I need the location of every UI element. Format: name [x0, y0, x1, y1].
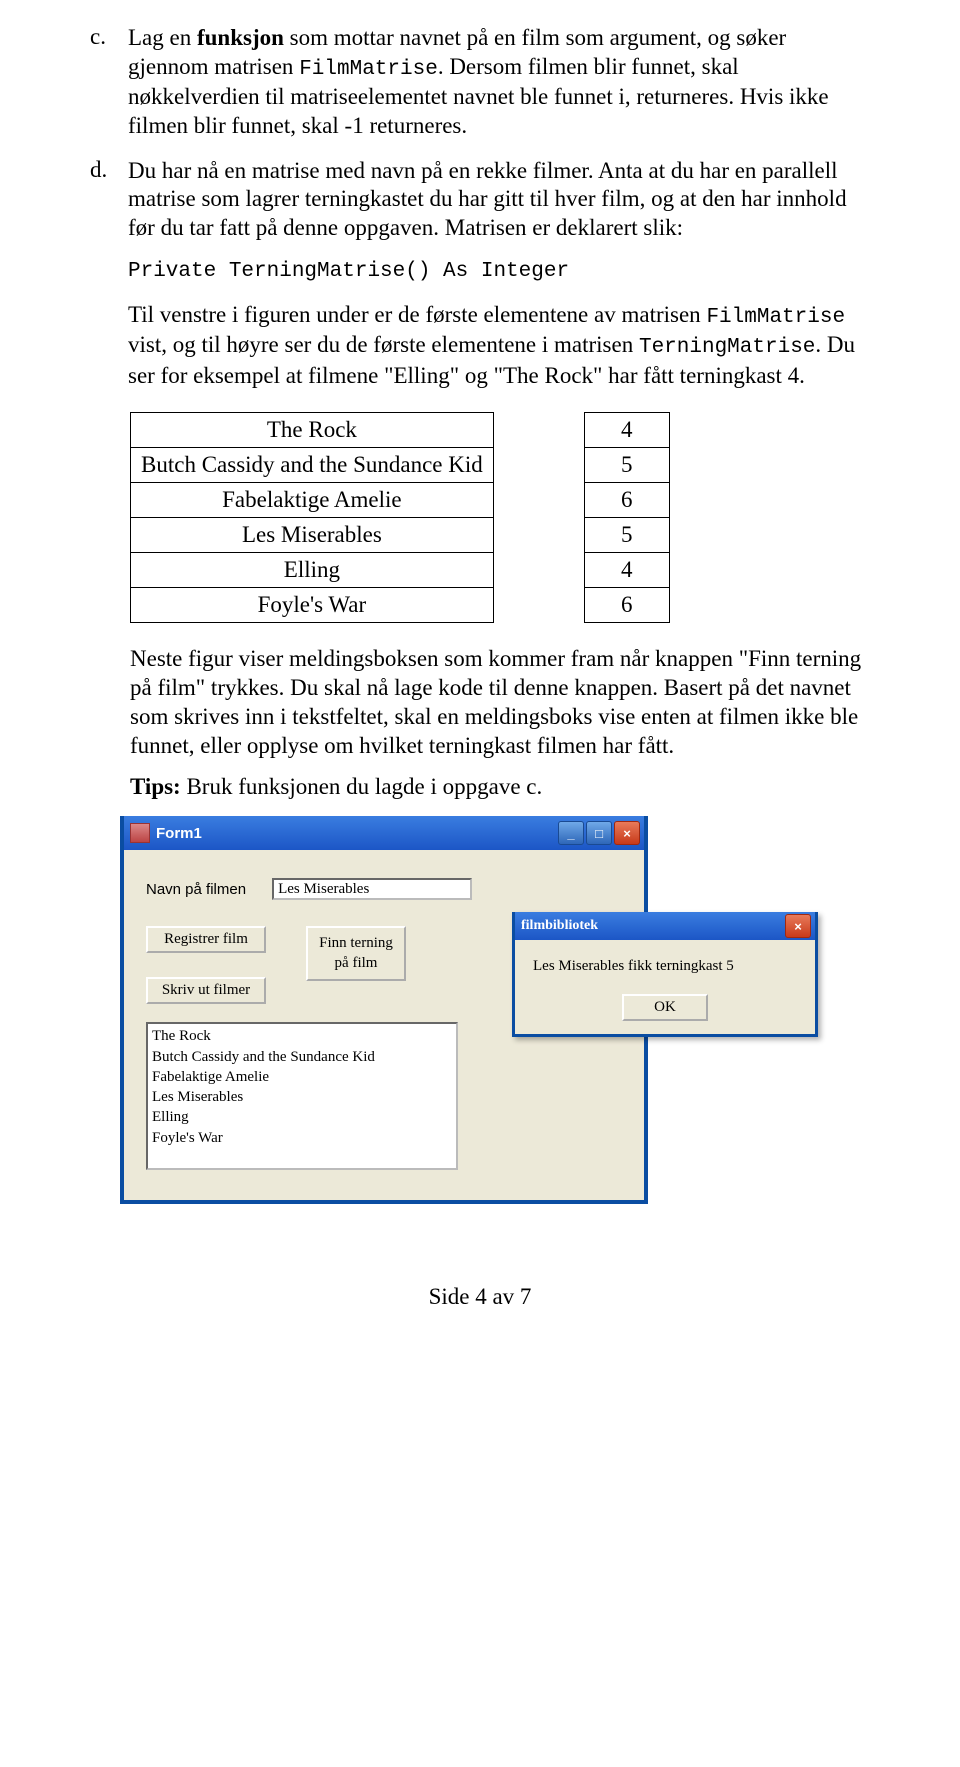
task-d-label: d.: [90, 157, 116, 391]
text: Lag en: [128, 25, 197, 50]
list-item[interactable]: The Rock: [152, 1026, 452, 1046]
cell: Les Miserables: [131, 518, 494, 553]
cell: 4: [584, 413, 669, 448]
dialog-titlebar[interactable]: filmbibliotek ×: [515, 912, 815, 940]
tips-text: Bruk funksjonen du lagde i oppgave c.: [181, 774, 543, 799]
film-name-input[interactable]: [272, 878, 472, 900]
films-listbox[interactable]: The Rock Butch Cassidy and the Sundance …: [146, 1022, 458, 1170]
text: Til venstre i figuren under er de første…: [128, 301, 870, 390]
window-title: Form1: [156, 825, 202, 842]
dice-table: 4 5 6 5 4 6: [584, 412, 670, 623]
maximize-icon[interactable]: □: [586, 821, 612, 845]
cell: 4: [584, 553, 669, 588]
list-item[interactable]: Foyle's War: [152, 1128, 452, 1148]
task-d-body: Du har nå en matrise med navn på en rekk…: [128, 157, 870, 391]
cell: 6: [584, 483, 669, 518]
dialog-message: Les Miserables fikk terningkast 5: [527, 958, 803, 975]
minimize-icon[interactable]: _: [558, 821, 584, 845]
text-bold: funksjon: [197, 25, 284, 50]
ok-button[interactable]: OK: [623, 995, 707, 1020]
list-item[interactable]: Fabelaktige Amelie: [152, 1067, 452, 1087]
task-c-body: Lag en funksjon som mottar navnet på en …: [128, 24, 870, 141]
cell: Elling: [131, 553, 494, 588]
table-row: 4: [584, 553, 669, 588]
table-row: Fabelaktige Amelie: [131, 483, 494, 518]
finn-terning-button[interactable]: Finn terning på film: [306, 926, 406, 981]
table-row: The Rock: [131, 413, 494, 448]
label-navn: Navn på filmen: [146, 881, 246, 898]
paragraph: Neste figur viser meldingsboksen som kom…: [130, 645, 870, 760]
cell: Fabelaktige Amelie: [131, 483, 494, 518]
btn-line1: Finn terning: [319, 935, 393, 951]
skriv-ut-button[interactable]: Skriv ut filmer: [146, 977, 266, 1004]
registrer-button[interactable]: Registrer film: [146, 926, 266, 953]
table-row: Foyle's War: [131, 588, 494, 623]
table-row: 6: [584, 483, 669, 518]
list-item[interactable]: Butch Cassidy and the Sundance Kid: [152, 1047, 452, 1067]
text: Til venstre i figuren under er de første…: [128, 302, 706, 327]
titlebar[interactable]: Form1 _ □ ×: [124, 816, 644, 850]
tips-label: Tips:: [130, 774, 181, 799]
table-row: Les Miserables: [131, 518, 494, 553]
table-row: 4: [584, 413, 669, 448]
messagebox: filmbibliotek × Les Miserables fikk tern…: [512, 912, 818, 1037]
table-row: Elling: [131, 553, 494, 588]
screenshot: Form1 _ □ × Navn på filmen Registrer fil…: [120, 816, 870, 1204]
close-icon[interactable]: ×: [614, 821, 640, 845]
tables-row: The Rock Butch Cassidy and the Sundance …: [130, 412, 870, 623]
film-table: The Rock Butch Cassidy and the Sundance …: [130, 412, 494, 623]
code-declaration: Private TerningMatrise() As Integer: [128, 259, 870, 285]
table-row: 5: [584, 448, 669, 483]
close-icon[interactable]: ×: [785, 914, 811, 938]
code-inline: FilmMatrise: [706, 306, 845, 329]
cell: Butch Cassidy and the Sundance Kid: [131, 448, 494, 483]
task-c-label: c.: [90, 24, 116, 141]
cell: 6: [584, 588, 669, 623]
text: Du har nå en matrise med navn på en rekk…: [128, 157, 870, 243]
form-icon: [130, 823, 150, 843]
cell: The Rock: [131, 413, 494, 448]
cell: 5: [584, 448, 669, 483]
code-inline: FilmMatrise: [299, 58, 438, 81]
cell: Foyle's War: [131, 588, 494, 623]
btn-line2: på film: [335, 955, 378, 971]
table-row: 5: [584, 518, 669, 553]
list-item[interactable]: Les Miserables: [152, 1087, 452, 1107]
tips-line: Tips: Bruk funksjonen du lagde i oppgave…: [130, 774, 870, 800]
dialog-title: filmbibliotek: [521, 918, 598, 934]
code-inline: TerningMatrise: [639, 336, 815, 359]
table-row: 6: [584, 588, 669, 623]
list-item[interactable]: Elling: [152, 1107, 452, 1127]
cell: 5: [584, 518, 669, 553]
text: vist, og til høyre ser du de første elem…: [128, 332, 639, 357]
table-row: Butch Cassidy and the Sundance Kid: [131, 448, 494, 483]
page-footer: Side 4 av 7: [90, 1284, 870, 1310]
